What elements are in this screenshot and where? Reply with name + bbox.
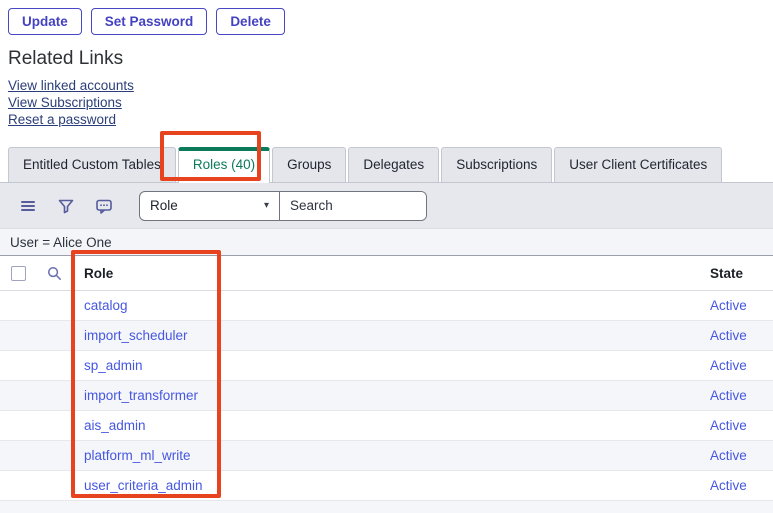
- link-view-subscriptions[interactable]: View Subscriptions: [8, 94, 773, 111]
- partial-next-row: [0, 501, 773, 513]
- role-link[interactable]: import_transformer: [84, 388, 198, 403]
- select-all-checkbox[interactable]: [11, 266, 26, 281]
- table-row: sp_admin Active: [0, 351, 773, 381]
- state-link[interactable]: Active: [710, 298, 747, 313]
- state-link[interactable]: Active: [710, 448, 747, 463]
- state-link[interactable]: Active: [710, 358, 747, 373]
- state-link[interactable]: Active: [710, 328, 747, 343]
- link-view-linked-accounts[interactable]: View linked accounts: [8, 77, 773, 94]
- chevron-down-icon: ▾: [264, 200, 269, 211]
- table-row: import_transformer Active: [0, 381, 773, 411]
- role-link[interactable]: catalog: [84, 298, 128, 313]
- chat-icon[interactable]: [95, 197, 113, 215]
- search-input[interactable]: [280, 192, 426, 220]
- column-header-state[interactable]: State: [698, 266, 773, 281]
- role-link[interactable]: ais_admin: [84, 418, 146, 433]
- related-list-tabs: Entitled Custom Tables Roles (40) Groups…: [0, 143, 773, 183]
- search-column-value: Role: [150, 198, 178, 213]
- column-search-icon[interactable]: [36, 265, 72, 282]
- table-row: platform_ml_write Active: [0, 441, 773, 471]
- table-row: user_criteria_admin Active: [0, 471, 773, 501]
- breadcrumb-bar: User = Alice One: [0, 228, 773, 255]
- set-password-button[interactable]: Set Password: [91, 8, 208, 35]
- related-links-section: Related Links View linked accounts View …: [0, 35, 773, 128]
- state-link[interactable]: Active: [710, 478, 747, 493]
- state-link[interactable]: Active: [710, 418, 747, 433]
- table-row: import_scheduler Active: [0, 321, 773, 351]
- tab-entitled-custom-tables[interactable]: Entitled Custom Tables: [8, 147, 176, 182]
- table-header-row: Role State: [0, 256, 773, 291]
- list-search-group: Role ▾: [139, 191, 427, 221]
- tab-delegates[interactable]: Delegates: [348, 147, 439, 182]
- update-button[interactable]: Update: [8, 8, 82, 35]
- search-column-select[interactable]: Role ▾: [140, 192, 280, 220]
- tab-subscriptions[interactable]: Subscriptions: [441, 147, 552, 182]
- list-toolbar: Role ▾: [0, 183, 773, 228]
- breadcrumb[interactable]: User = Alice One: [10, 235, 112, 250]
- state-link[interactable]: Active: [710, 388, 747, 403]
- column-header-role[interactable]: Role: [72, 266, 698, 281]
- related-links-title: Related Links: [8, 48, 773, 70]
- table-row: catalog Active: [0, 291, 773, 321]
- role-link[interactable]: platform_ml_write: [84, 448, 191, 463]
- delete-button[interactable]: Delete: [216, 8, 285, 35]
- table-row: ais_admin Active: [0, 411, 773, 441]
- tab-user-client-certificates[interactable]: User Client Certificates: [554, 147, 722, 182]
- roles-table: Role State catalog Active import_schedul…: [0, 255, 773, 513]
- link-reset-a-password[interactable]: Reset a password: [8, 111, 773, 128]
- tab-groups[interactable]: Groups: [272, 147, 346, 182]
- role-link[interactable]: user_criteria_admin: [84, 478, 203, 493]
- role-link[interactable]: import_scheduler: [84, 328, 188, 343]
- form-action-buttons: Update Set Password Delete: [0, 0, 773, 35]
- tab-roles[interactable]: Roles (40): [178, 147, 270, 183]
- role-link[interactable]: sp_admin: [84, 358, 143, 373]
- filter-icon[interactable]: [57, 197, 75, 215]
- list-menu-icon[interactable]: [19, 197, 37, 215]
